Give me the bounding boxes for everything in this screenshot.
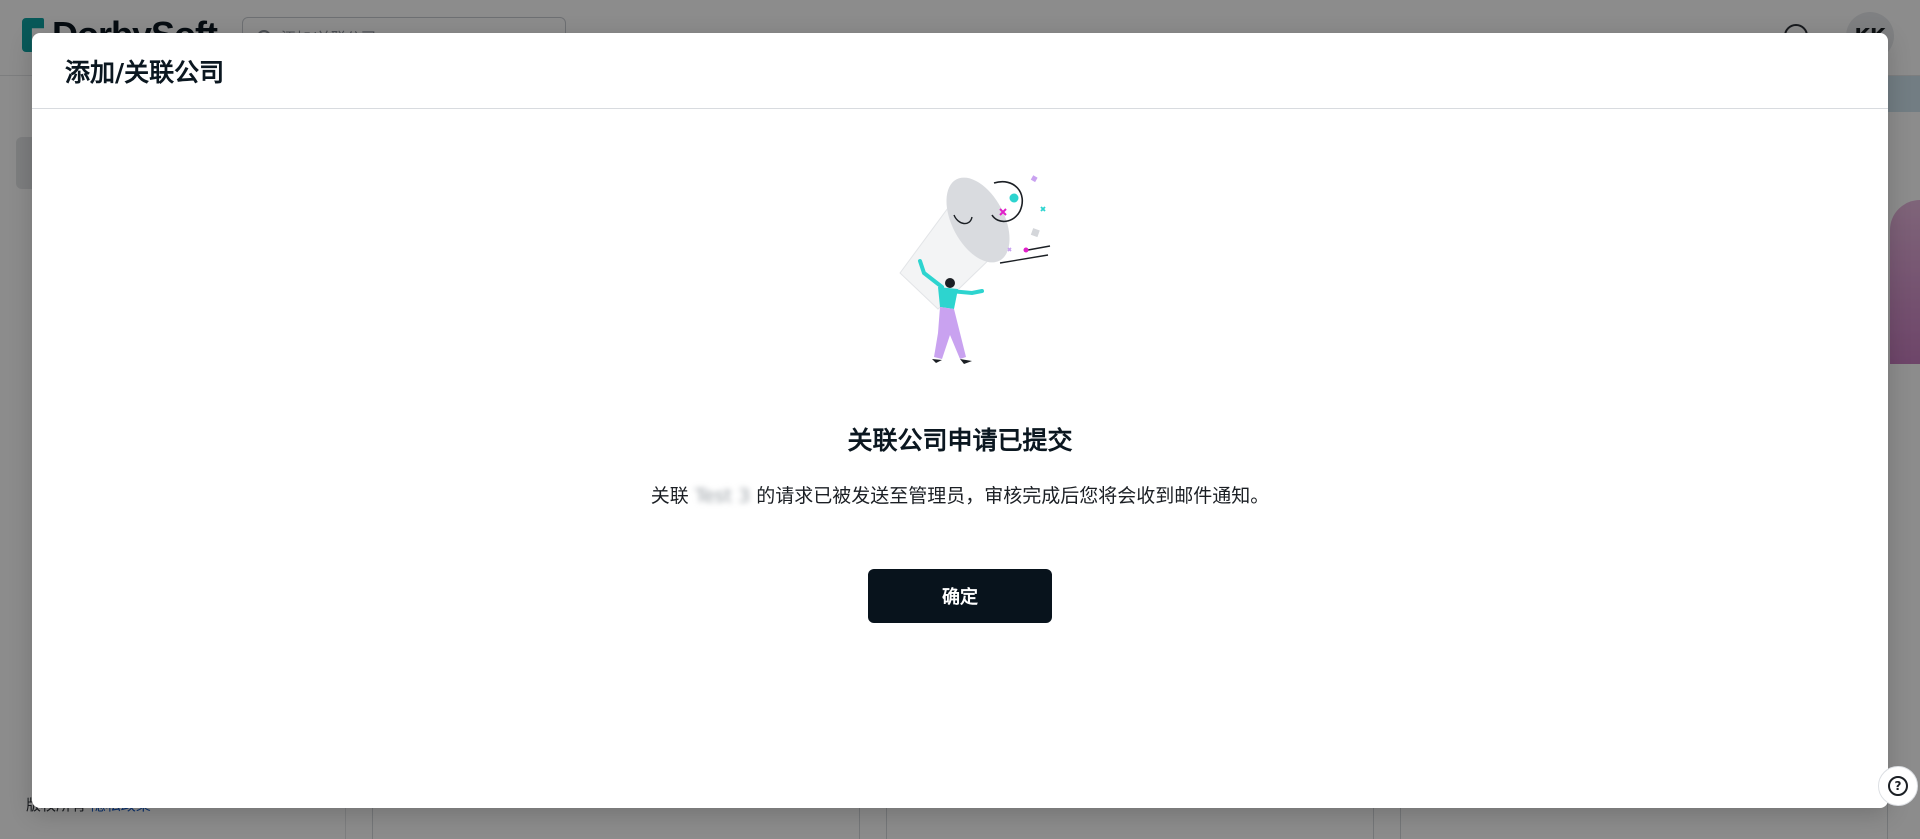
help-button[interactable]: ? — [1878, 766, 1918, 806]
modal-title: 添加/关联公司 — [65, 57, 225, 87]
success-title: 关联公司申请已提交 — [847, 426, 1073, 455]
company-name-redacted: Test 3 — [694, 485, 751, 507]
message-suffix: 的请求已被发送至管理员，审核完成后您将会收到邮件通知。 — [756, 485, 1270, 507]
megaphone-illustration — [899, 175, 1051, 364]
confirm-button[interactable]: 确定 — [868, 569, 1052, 623]
help-icon: ? — [1888, 776, 1908, 796]
modal-header: 添加/关联公司 — [32, 33, 1888, 109]
add-link-company-modal: 添加/关联公司 关联公司申请已提交 关联 Test 3 的请求已被发送至管理员，审核… — [32, 33, 1888, 808]
success-message: 关联 Test 3 的请求已被发送至管理员，审核完成后您将会收到邮件通知。 — [32, 481, 1888, 508]
message-prefix: 关联 — [650, 485, 689, 507]
